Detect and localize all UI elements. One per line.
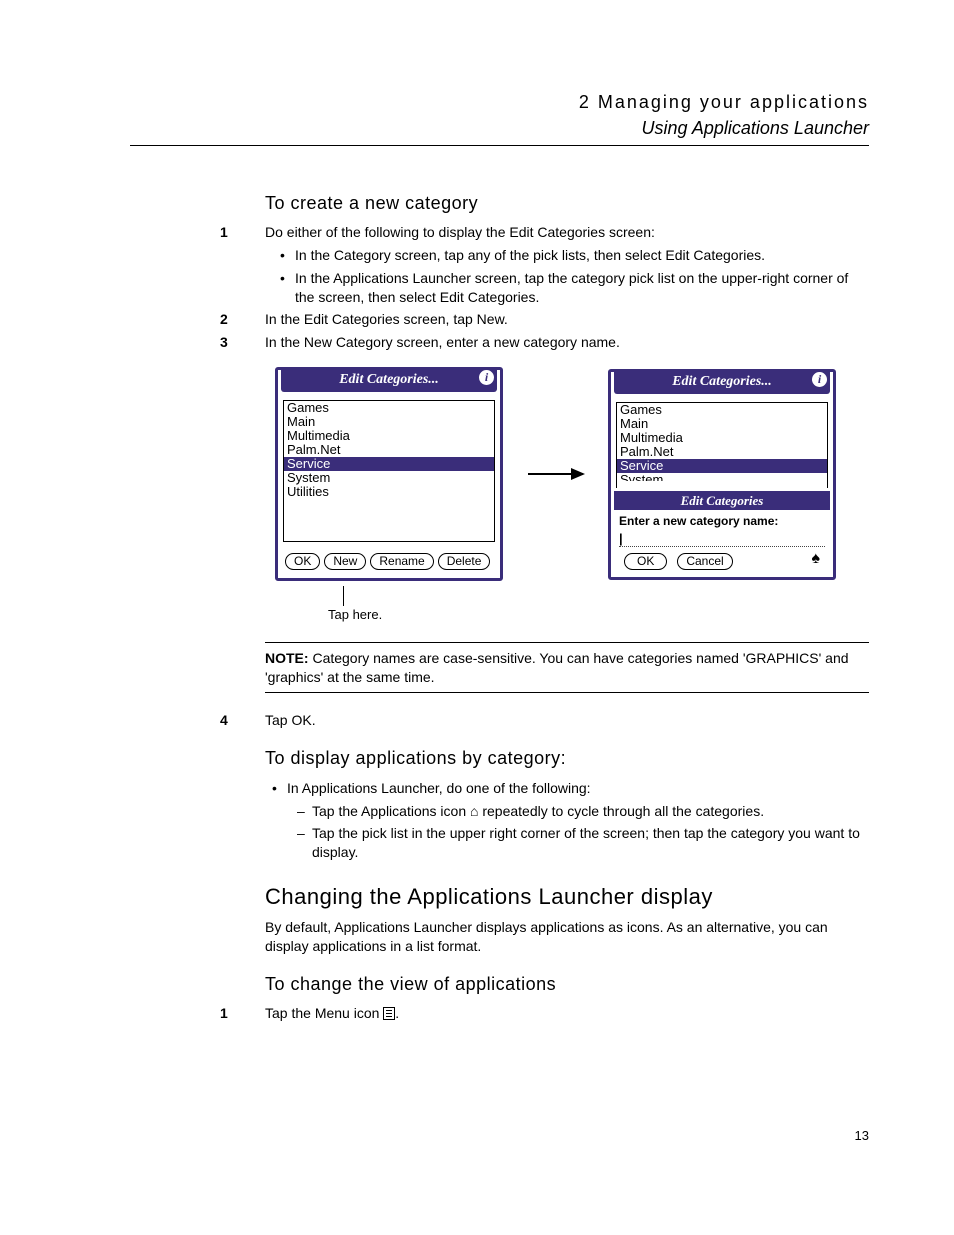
note-box: NOTE: Category names are case-sensitive.… bbox=[265, 642, 869, 694]
rename-button[interactable]: Rename bbox=[370, 553, 433, 570]
step-text: In the Edit Categories screen, tap New. bbox=[265, 310, 869, 329]
task2-dashes: Tap the Applications icon repeatedly to … bbox=[287, 802, 869, 863]
step-text: Do either of the following to display th… bbox=[265, 223, 869, 242]
task-heading-display-by-category: To display applications by category: bbox=[265, 746, 869, 770]
step-3: 3 In the New Category screen, enter a ne… bbox=[265, 333, 869, 352]
ok-button[interactable]: OK bbox=[285, 553, 320, 570]
dialog-title: Edit Categories... i bbox=[281, 369, 497, 392]
step-text-post: . bbox=[395, 1005, 399, 1021]
task-heading-change-view: To change the view of applications bbox=[265, 972, 869, 996]
list-item: Games bbox=[617, 403, 827, 417]
figure-edit-categories-list: Edit Categories... i Games Main Multimed… bbox=[275, 367, 503, 581]
dialog-title-text: Edit Categories... bbox=[672, 374, 772, 389]
dialog-title: Edit Categories bbox=[614, 491, 830, 511]
step-text: In the New Category screen, enter a new … bbox=[265, 333, 869, 352]
category-name-input[interactable]: | bbox=[619, 530, 825, 547]
step-number: 1 bbox=[220, 1004, 265, 1023]
ok-button[interactable]: OK bbox=[624, 553, 667, 570]
step-number: 1 bbox=[220, 223, 265, 242]
content: To create a new category 1 Do either of … bbox=[265, 191, 869, 1023]
step-number: 3 bbox=[220, 333, 265, 352]
page-header: 2 Managing your applications Using Appli… bbox=[130, 90, 869, 146]
section-paragraph: By default, Applications Launcher displa… bbox=[265, 918, 869, 956]
list-item: System bbox=[284, 471, 494, 485]
dialog-title-text: Edit Categories... bbox=[339, 372, 439, 387]
list-item: Multimedia bbox=[617, 431, 827, 445]
step1-bullets: In the Category screen, tap any of the p… bbox=[265, 246, 869, 307]
list-item: Palm.Net bbox=[617, 445, 827, 459]
section-heading-changing-display: Changing the Applications Launcher displ… bbox=[265, 882, 869, 912]
page: 2 Managing your applications Using Appli… bbox=[0, 0, 954, 1235]
task-heading-create-category: To create a new category bbox=[265, 191, 869, 215]
step-text: Tap OK. bbox=[265, 711, 869, 730]
bullet-item: In the Category screen, tap any of the p… bbox=[295, 246, 869, 265]
list-item: Utilities bbox=[284, 485, 494, 499]
bullet-item: In Applications Launcher, do one of the … bbox=[287, 779, 869, 863]
dash-text-pre: Tap the Applications icon bbox=[312, 803, 470, 819]
list-item-selected: Service bbox=[617, 459, 827, 473]
list-item: Main bbox=[284, 415, 494, 429]
list-item: System bbox=[617, 473, 827, 481]
section-title: Using Applications Launcher bbox=[130, 116, 869, 140]
new-button[interactable]: New bbox=[324, 553, 366, 570]
bullet-item: In the Applications Launcher screen, tap… bbox=[295, 269, 869, 307]
step-number: 4 bbox=[220, 711, 265, 730]
figure-edit-categories-new: Edit Categories... i Games Main Multimed… bbox=[608, 369, 836, 580]
note-label: NOTE: bbox=[265, 650, 309, 666]
category-list: Games Main Multimedia Palm.Net Service S… bbox=[616, 402, 828, 488]
dash-text-post: repeatedly to cycle through all the cate… bbox=[478, 803, 764, 819]
button-row: OK New Rename Delete bbox=[278, 547, 500, 572]
figure-caption: Tap here. bbox=[328, 606, 854, 624]
list-item: Main bbox=[617, 417, 827, 431]
bullet-text: In Applications Launcher, do one of the … bbox=[287, 780, 591, 796]
new-category-dialog: Edit Categories Enter a new category nam… bbox=[614, 491, 830, 574]
step-2: 2 In the Edit Categories screen, tap New… bbox=[265, 310, 869, 329]
step-1: 1 Do either of the following to display … bbox=[265, 223, 869, 242]
step-text-pre: Tap the Menu icon bbox=[265, 1005, 383, 1021]
task3-step-1: 1 Tap the Menu icon . bbox=[265, 1004, 869, 1023]
info-icon: i bbox=[812, 372, 827, 387]
page-number: 13 bbox=[855, 1127, 869, 1145]
up-arrow-icon: ♠ bbox=[812, 548, 821, 570]
step-number: 2 bbox=[220, 310, 265, 329]
connector-line bbox=[343, 586, 869, 606]
list-item: Multimedia bbox=[284, 429, 494, 443]
list-item: Games bbox=[284, 401, 494, 415]
chapter-title: 2 Managing your applications bbox=[130, 90, 869, 114]
figure-row: Edit Categories... i Games Main Multimed… bbox=[275, 367, 869, 581]
arrow-icon bbox=[528, 473, 583, 475]
step-4: 4 Tap OK. bbox=[265, 711, 869, 730]
category-list: Games Main Multimedia Palm.Net Service S… bbox=[283, 400, 495, 542]
dialog-prompt: Enter a new category name: bbox=[614, 510, 830, 529]
dialog-title: Edit Categories... i bbox=[614, 371, 830, 394]
step-text: Tap the Menu icon . bbox=[265, 1004, 869, 1023]
dash-item: Tap the pick list in the upper right cor… bbox=[312, 824, 869, 862]
menu-icon bbox=[383, 1007, 395, 1020]
delete-button[interactable]: Delete bbox=[438, 553, 491, 570]
info-icon: i bbox=[479, 370, 494, 385]
list-item-selected: Service bbox=[284, 457, 494, 471]
cancel-button[interactable]: Cancel bbox=[677, 553, 732, 570]
dash-item: Tap the Applications icon repeatedly to … bbox=[312, 802, 869, 821]
note-text: Category names are case-sensitive. You c… bbox=[265, 650, 849, 685]
task2-bullets: In Applications Launcher, do one of the … bbox=[265, 779, 869, 863]
list-item: Palm.Net bbox=[284, 443, 494, 457]
